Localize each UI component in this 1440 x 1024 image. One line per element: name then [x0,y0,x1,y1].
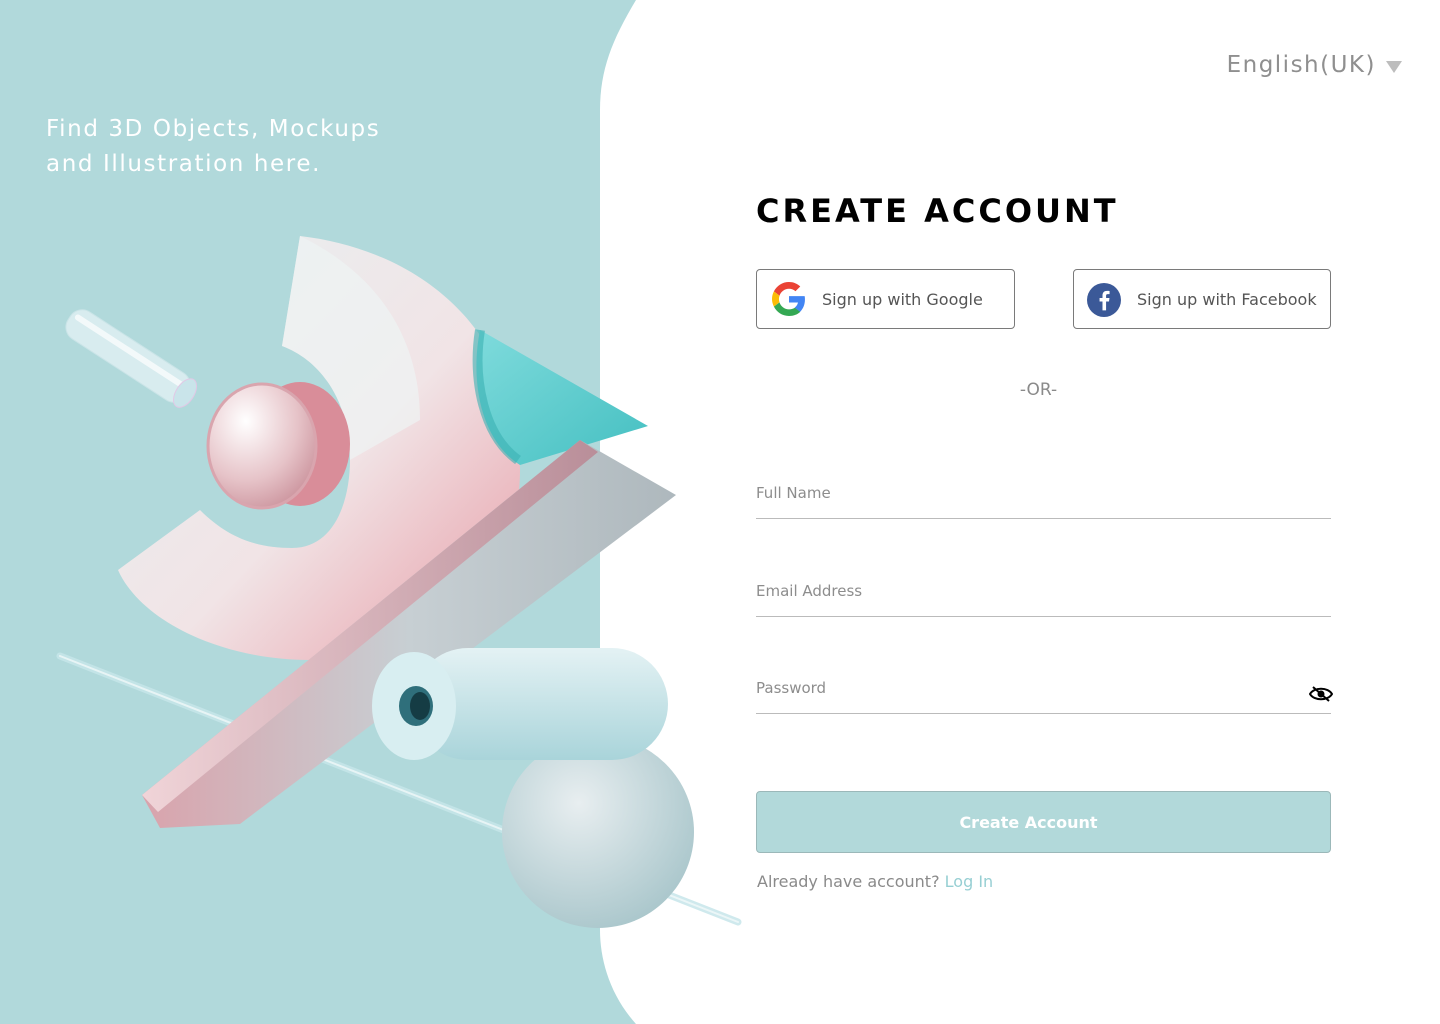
google-signup-label: Sign up with Google [822,289,983,309]
google-icon [772,282,806,316]
caret-down-icon [1386,61,1402,73]
email-field-container [756,576,1331,617]
tagline-line-1: Find 3D Objects, Mockups [46,116,381,142]
eye-slash-icon[interactable] [1308,685,1334,703]
password-input[interactable] [756,679,1296,697]
language-label: English(UK) [1226,52,1376,78]
full-name-field-container [756,478,1331,519]
create-account-button[interactable]: Create Account [756,791,1331,853]
facebook-icon [1087,282,1121,317]
login-prompt: Already have account? Log In [757,872,993,891]
login-prompt-text: Already have account? [757,872,940,891]
login-link[interactable]: Log In [945,872,994,891]
hero-panel: Find 3D Objects, Mockups and Illustratio… [0,0,742,1024]
facebook-signup-button[interactable]: Sign up with Facebook [1073,269,1331,329]
full-name-input[interactable] [756,484,1296,502]
hero-tagline: Find 3D Objects, Mockups and Illustratio… [46,112,466,182]
password-field-container [756,673,1334,714]
tagline-line-2: and Illustration here. [46,151,321,177]
google-signup-button[interactable]: Sign up with Google [756,269,1015,329]
page-title: CREATE ACCOUNT [756,192,1119,230]
language-selector[interactable]: English(UK) [1227,52,1402,78]
facebook-signup-label: Sign up with Facebook [1137,289,1317,309]
or-divider: -OR- [1019,380,1058,400]
email-input[interactable] [756,582,1296,600]
